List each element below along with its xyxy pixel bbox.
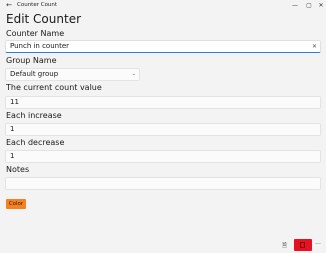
group-name-label: Group Name bbox=[6, 56, 57, 65]
app-title: Counter Count bbox=[17, 2, 58, 8]
decrease-value: 1 bbox=[10, 152, 15, 160]
notes-label: Notes bbox=[6, 165, 30, 174]
increase-input[interactable]: 1 bbox=[5, 123, 321, 136]
page-title: Edit Counter bbox=[6, 12, 82, 26]
group-name-select[interactable]: Default group ⌄ bbox=[5, 68, 140, 81]
clear-icon[interactable]: ✕ bbox=[312, 41, 317, 52]
counter-name-value: Punch in counter bbox=[10, 42, 70, 50]
increase-value: 1 bbox=[10, 125, 15, 133]
counter-name-input[interactable]: Punch in counter ✕ bbox=[5, 40, 321, 53]
back-arrow-icon[interactable]: ← bbox=[5, 1, 13, 10]
color-button[interactable]: Color bbox=[6, 199, 26, 209]
current-count-value: 11 bbox=[10, 98, 19, 106]
more-icon[interactable]: ··· bbox=[313, 240, 323, 250]
current-count-input[interactable]: 11 bbox=[5, 96, 321, 109]
save-icon[interactable]: 🗎 bbox=[280, 241, 289, 250]
current-count-label: The current count value bbox=[6, 83, 102, 92]
decrease-input[interactable]: 1 bbox=[5, 150, 321, 163]
notes-input[interactable] bbox=[5, 177, 321, 190]
close-icon[interactable]: ✕ bbox=[314, 0, 326, 11]
counter-name-label: Counter Name bbox=[6, 29, 65, 38]
decrease-label: Each decrease bbox=[6, 138, 65, 147]
group-name-value: Default group bbox=[10, 70, 59, 78]
trash-icon bbox=[300, 242, 305, 248]
delete-button[interactable] bbox=[294, 239, 312, 251]
title-bar: ← Counter Count — ▢ ✕ bbox=[0, 0, 326, 11]
chevron-down-icon: ⌄ bbox=[131, 71, 136, 77]
minimize-icon[interactable]: — bbox=[288, 0, 302, 11]
increase-label: Each increase bbox=[6, 111, 62, 120]
